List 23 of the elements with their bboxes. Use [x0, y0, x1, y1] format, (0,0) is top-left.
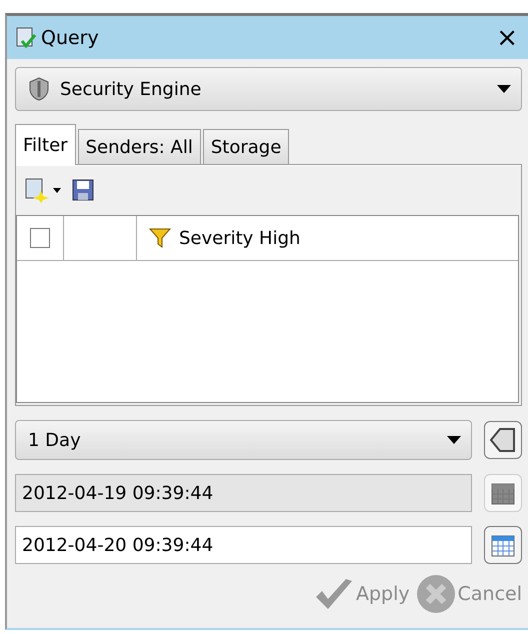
table-cell: Severity High — [179, 228, 300, 248]
funnel-icon — [149, 227, 171, 249]
document-check-icon — [15, 26, 37, 48]
cancel-icon — [416, 574, 456, 614]
checkmark-icon — [314, 577, 354, 611]
calendar-button[interactable] — [484, 474, 522, 512]
back-arrow-icon — [490, 427, 516, 453]
back-button[interactable] — [484, 421, 522, 459]
window-title: Query — [41, 26, 100, 48]
caret-icon — [497, 85, 511, 93]
calendar-button[interactable] — [484, 526, 522, 564]
tab[interactable]: Filter — [15, 124, 76, 165]
tab[interactable]: Storage — [202, 129, 290, 164]
date-field[interactable]: 2012-04-20 09:39:44 — [15, 526, 472, 564]
caret-icon — [447, 436, 461, 444]
close-button[interactable]: × — [492, 22, 522, 52]
tab[interactable]: Senders: All — [78, 129, 201, 164]
engine-dropdown[interactable]: Security Engine — [15, 67, 522, 111]
checkbox[interactable] — [30, 228, 50, 248]
new-filter-icon[interactable] — [24, 177, 64, 203]
save-icon[interactable] — [72, 179, 94, 201]
shield-icon — [28, 77, 50, 101]
range-dropdown[interactable]: 1 Day — [15, 420, 472, 460]
